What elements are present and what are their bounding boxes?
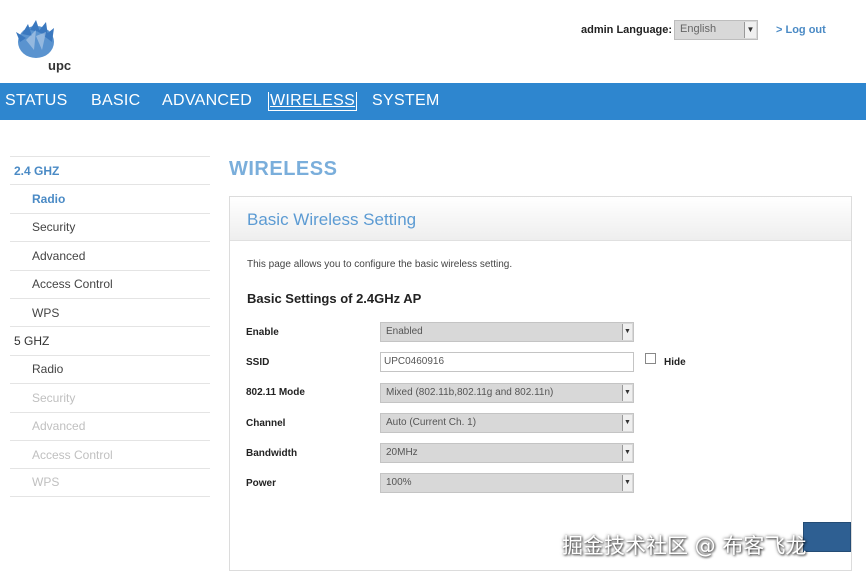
ssid-input[interactable]: UPC0460916 xyxy=(380,352,634,372)
language-select[interactable]: English ▼ xyxy=(674,20,758,40)
sidebar-item-advanced-5: Advanced xyxy=(10,411,210,440)
main-nav: STATUS BASIC ADVANCED WIRELESS SYSTEM xyxy=(0,83,866,120)
mode-value: Mixed (802.11b,802.11g and 802.11n) xyxy=(386,387,554,398)
admin-language-label: admin Language: xyxy=(581,24,673,36)
logout-link[interactable]: > Log out xyxy=(776,24,826,36)
nav-system[interactable]: SYSTEM xyxy=(372,92,440,110)
nav-wireless[interactable]: WIRELESS xyxy=(268,92,358,111)
page-title: WIRELESS xyxy=(229,158,338,180)
chevron-down-icon: ▼ xyxy=(622,445,632,461)
page-description: This page allows you to configure the ba… xyxy=(247,259,513,270)
sidebar-item-radio-5[interactable]: Radio xyxy=(10,354,210,383)
chevron-down-icon: ▼ xyxy=(622,475,632,491)
chevron-down-icon: ▼ xyxy=(622,415,632,431)
sidebar-item-security-24[interactable]: Security xyxy=(10,212,210,241)
settings-panel: Basic Wireless Setting This page allows … xyxy=(229,196,852,571)
mode-label: 802.11 Mode xyxy=(246,387,305,398)
sidebar-item-wps-5: WPS xyxy=(10,468,210,497)
logo-text: upc xyxy=(48,58,72,73)
enable-value: Enabled xyxy=(386,326,423,337)
sidebar-band-24ghz[interactable]: 2.4 GHZ xyxy=(10,156,210,184)
bandwidth-select[interactable]: 20MHz ▼ xyxy=(380,443,634,463)
enable-label: Enable xyxy=(246,327,279,338)
sidebar-item-wps-24[interactable]: WPS xyxy=(10,297,210,326)
sidebar-item-access-control-24[interactable]: Access Control xyxy=(10,269,210,298)
sidebar-item-advanced-24[interactable]: Advanced xyxy=(10,241,210,269)
enable-select[interactable]: Enabled ▼ xyxy=(380,322,634,342)
bandwidth-label: Bandwidth xyxy=(246,448,298,459)
apply-button[interactable] xyxy=(803,522,851,552)
power-select[interactable]: 100% ▼ xyxy=(380,473,634,493)
nav-advanced[interactable]: ADVANCED xyxy=(162,92,252,110)
sidebar-item-security-5: Security xyxy=(10,383,210,411)
channel-label: Channel xyxy=(246,418,286,429)
bandwidth-value: 20MHz xyxy=(386,447,418,458)
chevron-down-icon: ▼ xyxy=(622,324,632,340)
channel-select[interactable]: Auto (Current Ch. 1) ▼ xyxy=(380,413,634,433)
power-label: Power xyxy=(246,478,277,489)
chevron-down-icon: ▼ xyxy=(622,385,632,401)
nav-basic[interactable]: BASIC xyxy=(91,92,141,110)
sidebar: 2.4 GHZ Radio Security Advanced Access C… xyxy=(10,156,210,497)
channel-value: Auto (Current Ch. 1) xyxy=(386,417,477,428)
mode-select[interactable]: Mixed (802.11b,802.11g and 802.11n) ▼ xyxy=(380,383,634,403)
hide-ssid-checkbox[interactable] xyxy=(645,353,656,364)
chevron-down-icon: ▼ xyxy=(744,22,756,38)
section-title: Basic Settings of 2.4GHz AP xyxy=(247,291,422,306)
nav-status[interactable]: STATUS xyxy=(5,92,68,110)
hide-ssid-label: Hide xyxy=(664,357,686,368)
sidebar-band-5ghz[interactable]: 5 GHZ xyxy=(10,326,210,354)
watermark-text: 掘金技术社区 @ 布客飞龙 xyxy=(562,534,807,558)
panel-title: Basic Wireless Setting xyxy=(230,197,851,241)
power-value: 100% xyxy=(386,477,412,488)
sidebar-item-radio-24[interactable]: Radio xyxy=(10,184,210,212)
language-value: English xyxy=(680,23,717,35)
sidebar-item-access-control-5: Access Control xyxy=(10,439,210,468)
ssid-label: SSID xyxy=(246,357,270,368)
